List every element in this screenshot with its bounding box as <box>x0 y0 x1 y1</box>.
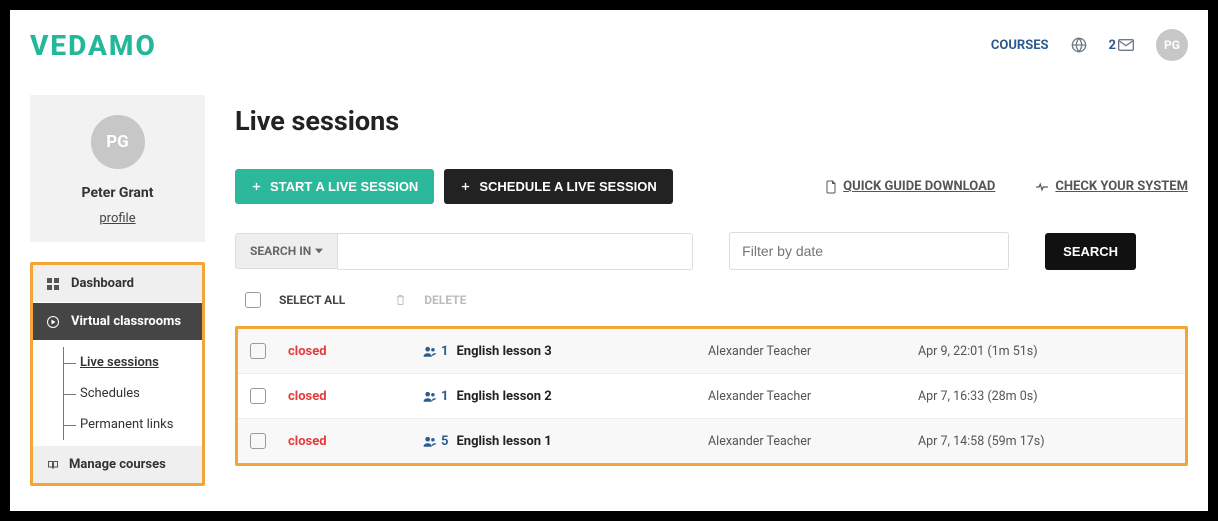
session-title: English lesson 2 <box>456 389 551 404</box>
session-title: English lesson 1 <box>456 434 551 449</box>
brand-logo[interactable]: VEDAMO <box>30 29 157 62</box>
page-title: Live sessions <box>235 105 1188 137</box>
check-system-link[interactable]: CHECK YOUR SYSTEM <box>1035 179 1188 194</box>
sidebar-sub-schedules[interactable]: Schedules <box>64 378 202 409</box>
search-in-dropdown[interactable]: SEARCH IN <box>235 233 338 269</box>
profile-card: PG Peter Grant profile <box>30 95 205 242</box>
session-row[interactable]: closed 1 English lesson 2 Alexander Teac… <box>238 374 1185 419</box>
select-all-checkbox[interactable] <box>245 292 261 308</box>
participants-count: 1 <box>423 344 448 359</box>
sidebar-sub-live-sessions[interactable]: Live sessions <box>64 347 202 378</box>
sidebar-item-manage-courses[interactable]: Manage courses <box>33 446 202 483</box>
sidebar-item-virtual-classrooms[interactable]: Virtual classrooms <box>33 303 202 341</box>
sidebar-item-label: Manage courses <box>69 457 166 472</box>
sidebar-item-dashboard[interactable]: Dashboard <box>33 265 202 303</box>
caret-down-icon <box>315 248 323 254</box>
trash-icon <box>395 294 406 306</box>
users-icon <box>423 436 437 447</box>
play-circle-icon <box>47 316 61 328</box>
sessions-list: closed 1 English lesson 3 Alexander Teac… <box>235 326 1188 466</box>
globe-icon[interactable] <box>1071 37 1087 53</box>
session-time: Apr 7, 14:58 (59m 17s) <box>918 434 1045 449</box>
search-button[interactable]: SEARCH <box>1045 233 1136 270</box>
profile-link[interactable]: profile <box>99 211 135 226</box>
users-icon <box>423 391 437 402</box>
profile-avatar: PG <box>91 115 145 169</box>
session-owner: Alexander Teacher <box>708 389 918 404</box>
messages-indicator[interactable]: 2 <box>1109 38 1134 53</box>
participants-count: 5 <box>423 434 448 449</box>
book-icon <box>47 459 59 471</box>
file-icon <box>825 180 837 194</box>
session-time: Apr 9, 22:01 (1m 51s) <box>918 344 1038 359</box>
session-status: closed <box>288 389 423 404</box>
session-row[interactable]: closed 5 English lesson 1 Alexander Teac… <box>238 419 1185 463</box>
users-icon <box>423 346 437 357</box>
quick-guide-download-link[interactable]: QUICK GUIDE DOWNLOAD <box>825 179 995 194</box>
row-checkbox[interactable] <box>250 433 266 449</box>
start-live-session-button[interactable]: START A LIVE SESSION <box>235 169 434 204</box>
message-count: 2 <box>1109 38 1116 53</box>
sidebar-sub-permanent-links[interactable]: Permanent links <box>64 409 202 440</box>
session-owner: Alexander Teacher <box>708 434 918 449</box>
dashboard-icon <box>47 278 61 290</box>
heartbeat-icon <box>1035 181 1049 193</box>
courses-link[interactable]: COURSES <box>991 38 1049 53</box>
participants-count: 1 <box>423 389 448 404</box>
profile-name: Peter Grant <box>40 185 195 201</box>
session-owner: Alexander Teacher <box>708 344 918 359</box>
delete-button[interactable]: DELETE <box>424 293 466 307</box>
schedule-live-session-button[interactable]: SCHEDULE A LIVE SESSION <box>444 169 672 204</box>
row-checkbox[interactable] <box>250 343 266 359</box>
avatar[interactable]: PG <box>1156 29 1188 61</box>
session-row[interactable]: closed 1 English lesson 3 Alexander Teac… <box>238 329 1185 374</box>
session-status: closed <box>288 434 423 449</box>
plus-icon <box>460 181 471 192</box>
session-title: English lesson 3 <box>456 344 551 359</box>
search-input[interactable] <box>338 233 693 270</box>
plus-icon <box>251 181 262 192</box>
select-all-label[interactable]: SELECT ALL <box>279 293 345 307</box>
sidebar-item-label: Dashboard <box>71 276 134 291</box>
sidebar-item-label: Virtual classrooms <box>71 314 181 329</box>
row-checkbox[interactable] <box>250 388 266 404</box>
session-status: closed <box>288 344 423 359</box>
session-time: Apr 7, 16:33 (28m 0s) <box>918 389 1038 404</box>
filter-date-input[interactable] <box>729 232 1009 270</box>
